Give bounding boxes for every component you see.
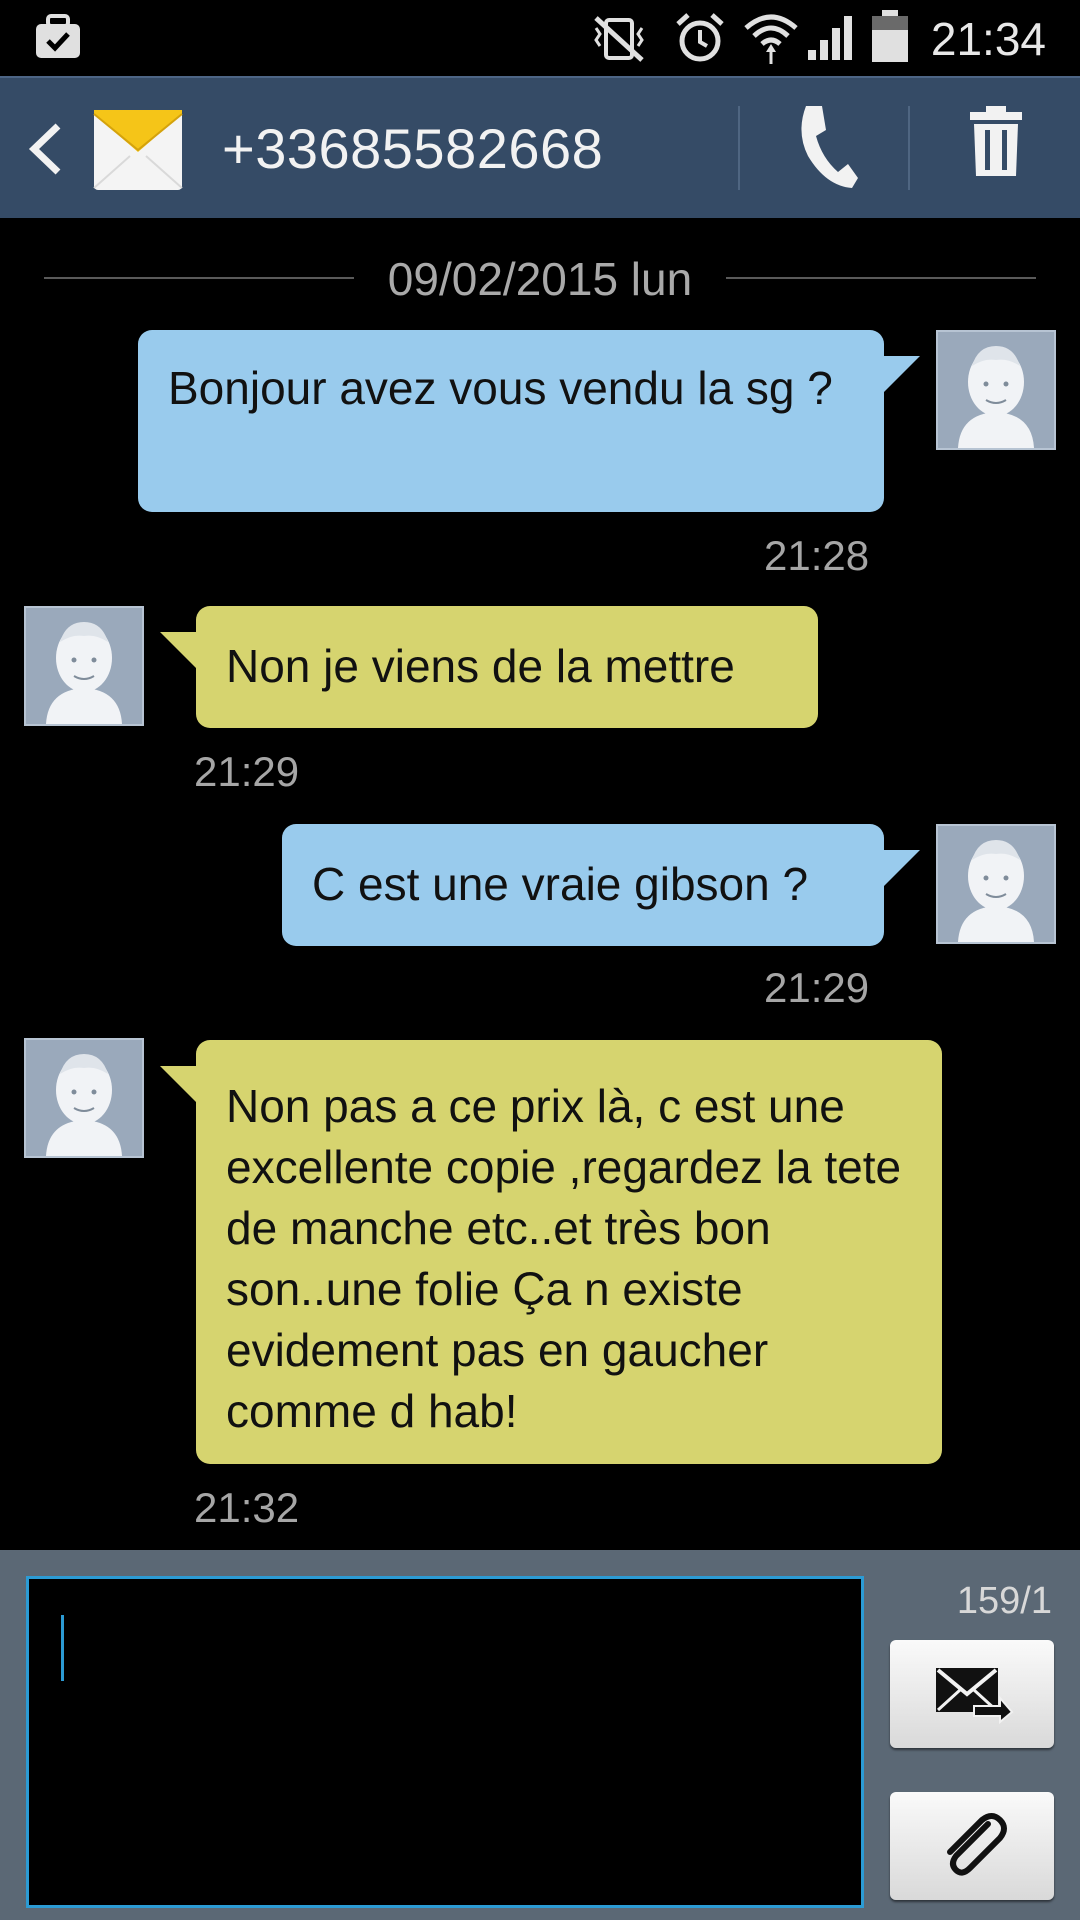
battery-icon (870, 8, 910, 69)
message-text: Non je viens de la mettre (226, 640, 735, 692)
send-button[interactable] (890, 1640, 1054, 1748)
default-contact-icon (46, 1054, 122, 1156)
wifi-icon (742, 10, 800, 69)
default-contact-icon (958, 840, 1034, 942)
message-timestamp: 21:29 (764, 964, 870, 1011)
alarm-icon (674, 12, 726, 69)
message-composer: 159/1 (0, 1550, 1080, 1920)
signal-icon (806, 12, 856, 67)
back-chevron-icon (28, 122, 62, 181)
message-text: Non pas a ce prix là, c est une excellen… (226, 1080, 902, 1437)
default-contact-icon (46, 622, 122, 724)
date-label: 09/02/2015 lun (387, 253, 693, 305)
message-input[interactable] (26, 1576, 864, 1908)
attach-button[interactable] (890, 1792, 1054, 1900)
envelope-icon (92, 102, 184, 199)
status-clock: 21:34 (930, 13, 1046, 65)
send-icon (934, 1666, 1014, 1729)
vibrate-mute-icon (590, 14, 648, 69)
message-bubble-incoming[interactable]: Non je viens de la mettre (160, 606, 818, 728)
message-text: C est une vraie gibson ? (312, 858, 809, 910)
delete-button[interactable] (912, 78, 1080, 218)
header-divider (908, 106, 910, 190)
text-cursor (61, 1615, 64, 1681)
paperclip-icon (936, 1810, 1010, 1889)
message-text: Bonjour avez vous vendu la sg ? (168, 362, 833, 414)
avatar[interactable] (936, 824, 1056, 944)
trash-icon (968, 104, 1024, 183)
call-button[interactable] (742, 78, 910, 218)
briefcase-check-icon (34, 14, 82, 65)
message-bubble-outgoing[interactable]: C est une vraie gibson ? (282, 824, 920, 946)
header-divider (738, 106, 740, 190)
message-bubble-outgoing[interactable]: Bonjour avez vous vendu la sg ? (138, 330, 920, 512)
conversation-header: +33685582668 (0, 76, 1080, 218)
default-contact-icon (958, 346, 1034, 448)
message-timestamp: 21:28 (764, 532, 870, 579)
phone-icon (796, 102, 860, 197)
avatar[interactable] (24, 606, 144, 726)
back-button[interactable] (0, 78, 80, 218)
message-timestamp: 21:29 (194, 748, 300, 795)
contact-number: +33685582668 (222, 117, 604, 180)
avatar[interactable] (936, 330, 1056, 450)
status-bar: 21:34 (0, 0, 1080, 76)
message-timestamp: 21:32 (194, 1484, 300, 1531)
character-counter: 159/1 (956, 1580, 1052, 1622)
avatar[interactable] (24, 1038, 144, 1158)
message-bubble-incoming[interactable]: Non pas a ce prix là, c est une excellen… (160, 1040, 942, 1464)
date-separator: 09/02/2015 lun (44, 250, 1036, 306)
